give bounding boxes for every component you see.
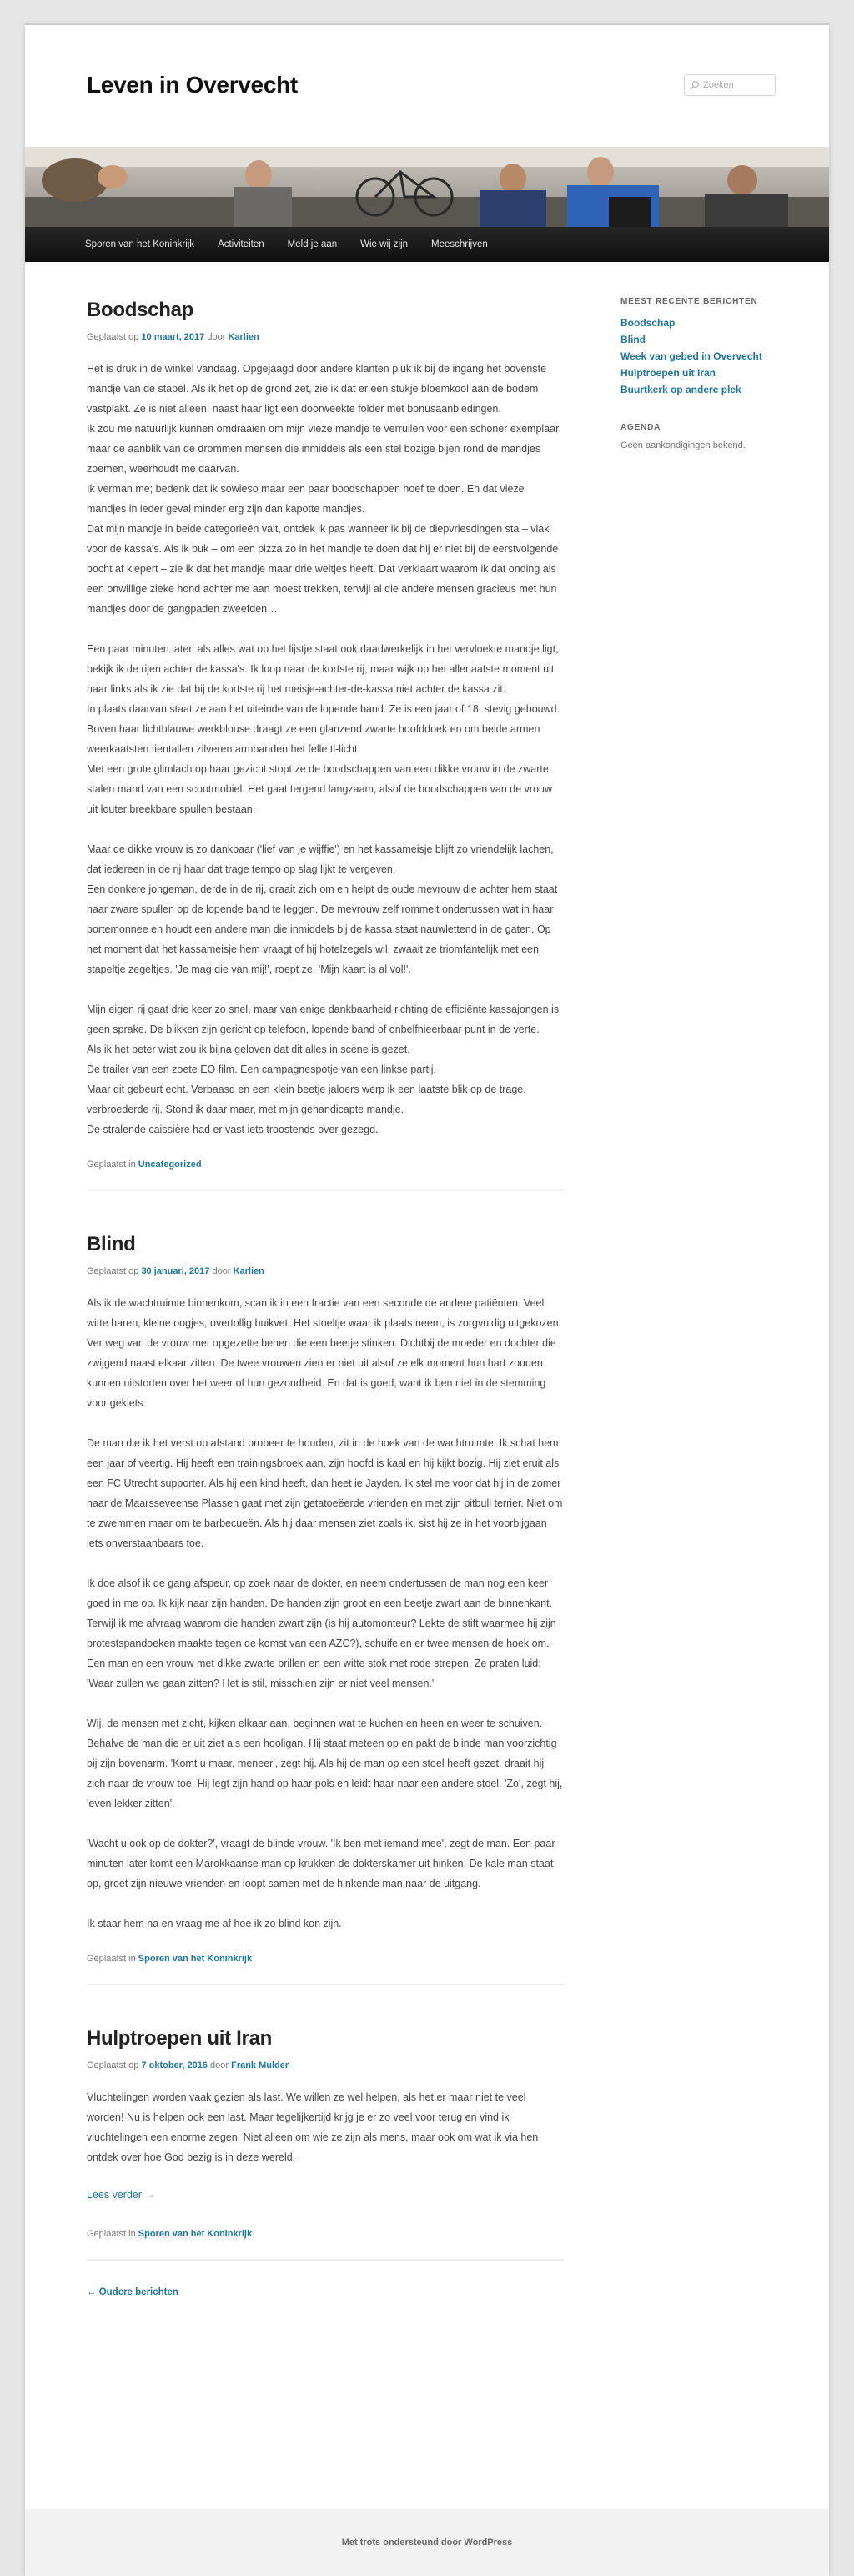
paragraph: Vluchtelingen worden vaak gezien als las… — [87, 2091, 539, 2163]
paragraph: Het is druk in de winkel vandaag. Opgeja… — [87, 359, 564, 619]
meta-prefix: Geplaatst op — [87, 1266, 139, 1276]
text-line: Maar de dikke vrouw is zo dankbaar ('lie… — [87, 843, 554, 875]
text-line: Het is druk in de winkel vandaag. Opgeja… — [87, 363, 547, 415]
category-link[interactable]: Sporen van het Koninkrijk — [138, 2229, 252, 2239]
text-line: In plaats daarvan staat ze aan het uitei… — [87, 703, 560, 755]
nav-item-meeschrijven[interactable]: Meeschrijven — [431, 239, 488, 249]
post-body: Als ik de wachtruimte binnenkom, scan ik… — [87, 1293, 564, 1934]
post-divider — [87, 1190, 564, 1191]
wordpress-credit-link[interactable]: Met trots ondersteund door WordPress — [342, 2538, 513, 2548]
post-author-link[interactable]: Karlien — [234, 1266, 264, 1276]
post-divider — [87, 1984, 564, 1985]
recent-post-item: Boodschap — [620, 314, 779, 331]
meta-by: door — [207, 332, 226, 342]
paragraph: Wij, de mensen met zicht, kijken elkaar … — [87, 1718, 563, 1809]
text-line: De stralende caissière had er vast iets … — [87, 1124, 379, 1135]
text-line: De trailer van een zoete EO film. Een ca… — [87, 1064, 436, 1075]
post-author-link[interactable]: Frank Mulder — [231, 2060, 289, 2070]
recent-post-link[interactable]: Week van gebed in Overvecht — [620, 350, 762, 362]
post-hulptroepen: Hulptroepen uit Iran Geplaatst op 7 okto… — [87, 2027, 564, 2261]
post-date-link[interactable]: 30 januari, 2017 — [141, 1266, 209, 1276]
nav-item-meld-je-aan[interactable]: Meld je aan — [288, 239, 337, 249]
recent-post-item: Hulptroepen uit Iran — [620, 365, 779, 381]
search-input[interactable] — [703, 80, 770, 90]
sidebar: Meest recente berichten Boodschap Blind … — [620, 297, 779, 450]
post-body: Vluchtelingen worden vaak gezien als las… — [87, 2087, 564, 2167]
site-title[interactable]: Leven in Overvecht — [87, 72, 298, 98]
paragraph: Als ik de wachtruimte binnenkom, scan ik… — [87, 1297, 562, 1409]
read-more-link[interactable]: Lees verder → — [87, 2189, 155, 2201]
main-content: Boodschap Geplaatst op 10 maart, 2017 do… — [87, 299, 564, 2299]
text-line: Maar dit gebeurt echt. Verbaasd en een k… — [87, 1084, 526, 1115]
post-blind: Blind Geplaatst op 30 januari, 2017 door… — [87, 1233, 564, 1985]
main-navigation: Sporen van het Koninkrijk Activiteiten M… — [25, 227, 829, 262]
post-meta: Geplaatst op 30 januari, 2017 door Karli… — [87, 1266, 564, 1276]
post-date-link[interactable]: 7 oktober, 2016 — [141, 2060, 208, 2070]
site-footer: Met trots ondersteund door WordPress — [25, 2509, 829, 2576]
meta-prefix: Geplaatst op — [87, 2060, 139, 2070]
text-line: Met een grote glimlach op haar gezicht s… — [87, 763, 553, 815]
category-link[interactable]: Uncategorized — [138, 1160, 202, 1170]
nav-item-sporen[interactable]: Sporen van het Koninkrijk — [85, 239, 194, 249]
paragraph: Ik doe alsof ik de gang afspeur, op zoek… — [87, 1577, 556, 1689]
header-image — [25, 147, 829, 227]
recent-post-link[interactable]: Boodschap — [620, 317, 675, 329]
paragraph: De man die ik het verst op afstand probe… — [87, 1437, 563, 1549]
post-category: Geplaatst in Sporen van het Koninkrijk — [87, 1954, 564, 1964]
recent-post-item: Buurtkerk op andere plek — [620, 381, 779, 398]
meta-by: door — [212, 1266, 231, 1276]
post-date-link[interactable]: 10 maart, 2017 — [141, 332, 204, 342]
paragraph: 'Wacht u ook op de dokter?', vraagt de b… — [87, 1838, 555, 1889]
post-author-link[interactable]: Karlien — [228, 332, 259, 342]
paragraph: Een paar minuten later, als alles wat op… — [87, 639, 564, 819]
recent-post-link[interactable]: Hulptroepen uit Iran — [620, 367, 716, 379]
post-title[interactable]: Blind — [87, 1233, 564, 1256]
recent-posts-widget: Meest recente berichten Boodschap Blind … — [620, 297, 779, 398]
category-prefix: Geplaatst in — [87, 2229, 136, 2239]
search-box[interactable] — [684, 74, 776, 96]
post-category: Geplaatst in Sporen van het Koninkrijk — [87, 2229, 564, 2239]
paragraph: Mijn eigen rij gaat drie keer zo snel, m… — [87, 999, 564, 1140]
text-line: Ik zou me natuurlijk kunnen omdraaien om… — [87, 423, 562, 475]
text-line: Ik verman me; bedenk dat ik sowieso maar… — [87, 483, 525, 515]
post-meta: Geplaatst op 7 oktober, 2016 door Frank … — [87, 2060, 564, 2070]
nav-item-wie-wij-zijn[interactable]: Wie wij zijn — [360, 239, 408, 249]
post-title[interactable]: Boodschap — [87, 299, 564, 322]
recent-post-link[interactable]: Blind — [620, 334, 646, 345]
older-posts-link[interactable]: ← Oudere berichten — [87, 2287, 178, 2297]
meta-prefix: Geplaatst op — [87, 332, 139, 342]
post-meta: Geplaatst op 10 maart, 2017 door Karlien — [87, 332, 564, 342]
meta-by: door — [210, 2060, 229, 2070]
agenda-empty-text: Geen aankondigingen bekend. — [620, 440, 746, 450]
nav-item-activiteiten[interactable]: Activiteiten — [218, 239, 264, 249]
post-category: Geplaatst in Uncategorized — [87, 1160, 564, 1170]
text-line: Als ik het beter wist zou ik bijna gelov… — [87, 1044, 410, 1055]
post-divider — [87, 2259, 564, 2261]
text-line: Mijn eigen rij gaat drie keer zo snel, m… — [87, 1004, 560, 1035]
widget-title: Meest recente berichten — [620, 297, 758, 306]
post-title[interactable]: Hulptroepen uit Iran — [87, 2027, 564, 2050]
category-prefix: Geplaatst in — [87, 1954, 136, 1964]
text-line: Dat mijn mandje in beide categorieën val… — [87, 523, 559, 615]
text-line: Een donkere jongeman, derde in de rij, d… — [87, 883, 558, 975]
search-icon — [690, 81, 699, 90]
post-boodschap: Boodschap Geplaatst op 10 maart, 2017 do… — [87, 299, 564, 1191]
recent-post-item: Week van gebed in Overvecht — [620, 348, 779, 365]
text-line: Een paar minuten later, als alles wat op… — [87, 643, 559, 695]
page: Leven in Overvecht Zoeken Sporen van het… — [25, 23, 829, 2576]
top-divider — [25, 23, 829, 25]
category-link[interactable]: Sporen van het Koninkrijk — [138, 1954, 252, 1964]
paragraph: Ik staar hem na en vraag me af hoe ik zo… — [87, 1918, 342, 1929]
agenda-widget: Agenda Geen aankondigingen bekend. — [620, 423, 779, 450]
widget-title: Agenda — [620, 423, 661, 432]
recent-post-link[interactable]: Buurtkerk op andere plek — [620, 384, 741, 395]
paragraph: Maar de dikke vrouw is zo dankbaar ('lie… — [87, 839, 564, 979]
category-prefix: Geplaatst in — [87, 1160, 136, 1170]
post-body: Het is druk in de winkel vandaag. Opgeja… — [87, 359, 564, 1140]
recent-post-item: Blind — [620, 331, 779, 348]
